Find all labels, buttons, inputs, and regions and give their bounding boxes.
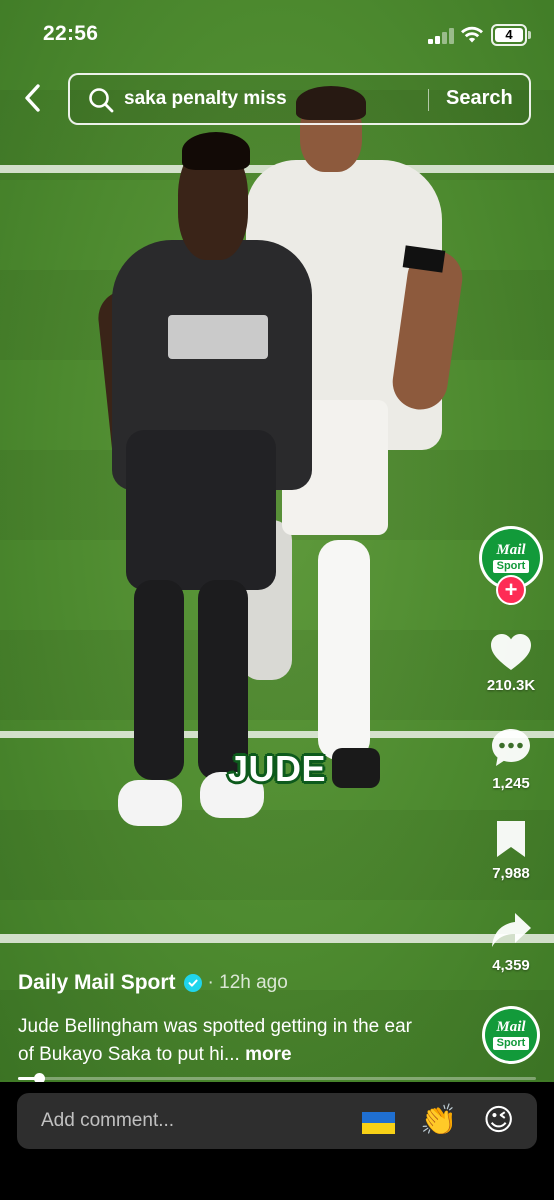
battery-nub xyxy=(528,31,531,39)
battery-icon: 4 xyxy=(491,24,527,46)
share-count: 4,359 xyxy=(492,957,530,974)
description-text: Jude Bellingham was spotted getting in t… xyxy=(18,1016,412,1065)
ukraine-flag-emoji[interactable] xyxy=(362,1112,395,1134)
save-button[interactable]: 7,988 xyxy=(478,818,544,882)
winking-face-emoji[interactable]: 😉 xyxy=(483,1103,514,1139)
share-button[interactable]: 4,359 xyxy=(478,910,544,974)
share-arrow-icon xyxy=(492,913,531,947)
status-time: 22:56 xyxy=(43,22,99,45)
search-icon xyxy=(89,88,114,113)
comment-button[interactable]: 1,245 xyxy=(478,726,544,792)
more-link[interactable]: more xyxy=(245,1044,291,1065)
post-description[interactable]: Jude Bellingham was spotted getting in t… xyxy=(18,1013,428,1069)
author-name[interactable]: Daily Mail Sport xyxy=(18,971,176,995)
logo-text-sport: Sport xyxy=(492,560,530,573)
clapping-hands-emoji[interactable]: 👏 xyxy=(420,1103,457,1139)
post-time-ago: · 12h ago xyxy=(207,972,288,993)
search-input[interactable]: saka penalty miss xyxy=(124,88,287,110)
mail-sport-logo: Mail Sport xyxy=(485,1009,537,1061)
search-divider xyxy=(428,89,429,111)
battery-level: 4 xyxy=(495,28,523,42)
comment-icon xyxy=(492,729,530,766)
video-player[interactable]: JUDE xyxy=(0,0,554,1082)
logo-text-sport: Sport xyxy=(492,1037,530,1050)
sound-disc[interactable]: Mail Sport xyxy=(482,1006,540,1064)
status-bar: 22:56 4 xyxy=(0,0,554,64)
cellular-signal-icon xyxy=(428,28,454,44)
search-button[interactable]: Search xyxy=(446,87,513,110)
back-button[interactable] xyxy=(16,80,50,116)
like-button[interactable]: 210.3K xyxy=(478,632,544,694)
pitch-line xyxy=(0,934,554,943)
comment-bar: Add comment... 👏 😉 xyxy=(0,1082,554,1200)
video-caption-word: JUDE xyxy=(227,748,327,789)
follow-button[interactable]: + xyxy=(496,575,526,605)
heart-icon xyxy=(491,634,531,670)
comment-placeholder: Add comment... xyxy=(41,1110,175,1131)
chevron-left-icon xyxy=(25,84,40,112)
logo-text-mail: Mail xyxy=(496,542,526,558)
save-count: 7,988 xyxy=(492,865,530,882)
wifi-icon xyxy=(461,26,483,43)
video-progress-bar[interactable] xyxy=(18,1073,536,1084)
author-row[interactable]: Daily Mail Sport · 12h ago xyxy=(18,971,288,995)
comment-input[interactable]: Add comment... 👏 😉 xyxy=(17,1093,537,1149)
logo-text-mail: Mail xyxy=(496,1019,526,1035)
search-bar[interactable]: saka penalty miss Search xyxy=(68,73,531,125)
bookmark-icon xyxy=(497,821,525,857)
verified-badge-icon xyxy=(183,974,202,992)
comment-count: 1,245 xyxy=(492,775,530,792)
pitch-line xyxy=(0,731,554,738)
like-count: 210.3K xyxy=(486,677,536,694)
